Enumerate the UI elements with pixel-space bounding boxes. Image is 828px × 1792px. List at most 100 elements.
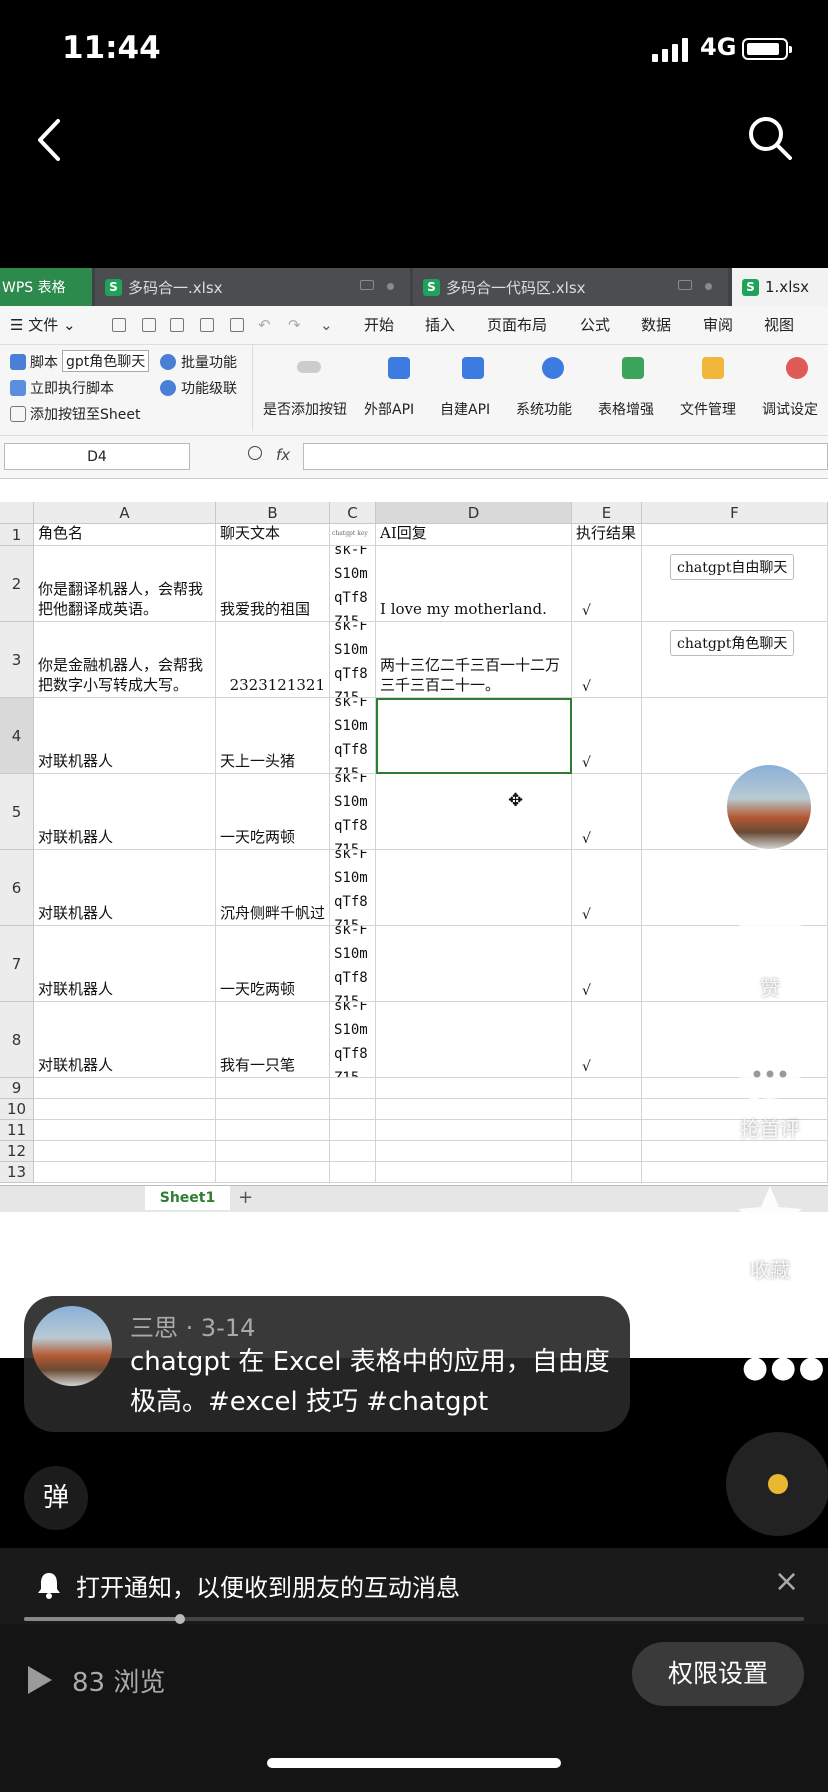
cell-empty[interactable]: [34, 1141, 216, 1162]
cell-empty[interactable]: [34, 1099, 216, 1120]
cell-empty[interactable]: [572, 1120, 642, 1141]
cell-b3[interactable]: 2323121321: [216, 622, 330, 698]
permission-settings-button[interactable]: 权限设置: [632, 1642, 804, 1706]
row-header[interactable]: 2: [0, 546, 34, 622]
open-icon[interactable]: [112, 318, 126, 332]
column-header[interactable]: A: [34, 502, 216, 524]
menu-view[interactable]: 视图: [764, 306, 794, 344]
cell-e8[interactable]: √: [572, 1002, 642, 1078]
tool-debug[interactable]: 调试设定: [762, 399, 818, 419]
tab-file-1[interactable]: S 多码合一.xlsx: [95, 268, 410, 306]
cell-b7[interactable]: 一天吃两顿: [216, 926, 330, 1002]
cell-empty[interactable]: [330, 1099, 376, 1120]
cell-c2[interactable]: sk-FS10mqTf8Z15: [330, 546, 376, 622]
menu-page-layout[interactable]: 页面布局: [487, 306, 547, 344]
cell-c3[interactable]: sk-FS10mqTf8Z15: [330, 622, 376, 698]
cell-empty[interactable]: [376, 1162, 572, 1183]
notification-banner[interactable]: 打开通知，以便收到朋友的互动消息 ×: [0, 1548, 828, 1624]
print-icon[interactable]: [200, 318, 214, 332]
cell-empty[interactable]: [34, 1078, 216, 1099]
comment-button[interactable]: 抢首评: [730, 1046, 810, 1142]
video-progress-bar[interactable]: [24, 1614, 804, 1624]
cell-a6[interactable]: 对联机器人: [34, 850, 216, 926]
cell-b8[interactable]: 我有一只笔: [216, 1002, 330, 1078]
tab-file-3[interactable]: S 1.xlsx: [732, 268, 828, 306]
sheet-script-button[interactable]: chatgpt角色聊天: [670, 630, 795, 656]
menu-insert[interactable]: 插入: [425, 306, 455, 344]
menu-home[interactable]: 开始: [364, 306, 394, 344]
cell-empty[interactable]: [330, 1078, 376, 1099]
add-button-to-sheet[interactable]: 添加按钮至Sheet: [30, 404, 140, 424]
cell-e6[interactable]: √: [572, 850, 642, 926]
cell-f1[interactable]: [642, 524, 828, 546]
caption-avatar[interactable]: [32, 1306, 112, 1386]
row-header[interactable]: 10: [0, 1099, 34, 1120]
search-icon[interactable]: [745, 113, 795, 163]
cell-empty[interactable]: [572, 1162, 642, 1183]
cell-c1[interactable]: chatgpt key: [330, 524, 376, 546]
cell-c4[interactable]: sk-FS10mqTf8Z15: [330, 698, 376, 774]
caption-box[interactable]: 三思 · 3-14 chatgpt 在 Excel 表格中的应用，自由度极高。#…: [24, 1296, 630, 1432]
run-script-button[interactable]: 立即执行脚本: [30, 378, 114, 398]
tool-file-manage[interactable]: 文件管理: [680, 399, 736, 419]
cell-d7[interactable]: [376, 926, 572, 1002]
column-header[interactable]: C: [330, 502, 376, 524]
tab-wps-home[interactable]: WPS 表格: [0, 268, 92, 306]
cascade-button[interactable]: 功能级联: [181, 378, 237, 398]
cell-e7[interactable]: √: [572, 926, 642, 1002]
cell-d5[interactable]: [376, 774, 572, 850]
cell-empty[interactable]: [330, 1162, 376, 1183]
cell-empty[interactable]: [572, 1099, 642, 1120]
cell-c5[interactable]: sk-FS10mqTf8Z15: [330, 774, 376, 850]
row-header[interactable]: 3: [0, 622, 34, 698]
cell-a8[interactable]: 对联机器人: [34, 1002, 216, 1078]
cell-d4[interactable]: [376, 698, 572, 774]
export-icon[interactable]: [170, 318, 184, 332]
cell-d3[interactable]: 两十三亿二千三百一十二万三千三百二十一。: [376, 622, 572, 698]
spreadsheet-video[interactable]: WPS 表格 S 多码合一.xlsx S 多码合一代码区.xlsx S 1.xlsx …: [0, 268, 828, 1358]
cell-empty[interactable]: [376, 1141, 572, 1162]
formula-input[interactable]: [303, 443, 828, 470]
select-all-corner[interactable]: [0, 502, 34, 524]
cell-e2[interactable]: √: [572, 546, 642, 622]
row-header[interactable]: 9: [0, 1078, 34, 1099]
name-box[interactable]: D4: [4, 443, 190, 470]
cell-b4[interactable]: 天上一头猪: [216, 698, 330, 774]
add-sheet-button[interactable]: +: [238, 1186, 253, 1210]
menu-file[interactable]: ☰ 文件 ⌄: [10, 306, 76, 344]
danmu-button[interactable]: 弹: [24, 1466, 88, 1530]
dropdown-icon[interactable]: ⌄: [320, 306, 333, 344]
author-avatar[interactable]: [725, 763, 813, 851]
cell-empty[interactable]: [376, 1078, 572, 1099]
cell-e3[interactable]: √: [572, 622, 642, 698]
save-icon[interactable]: [142, 318, 156, 332]
cell-empty[interactable]: [330, 1141, 376, 1162]
cell-empty[interactable]: [376, 1120, 572, 1141]
music-disc-icon[interactable]: [726, 1432, 828, 1536]
fx-icon[interactable]: fx: [276, 446, 290, 464]
cell-empty[interactable]: [216, 1099, 330, 1120]
cell-e4[interactable]: √: [572, 698, 642, 774]
cell-d6[interactable]: [376, 850, 572, 926]
cell-b2[interactable]: 我爱我的祖国: [216, 546, 330, 622]
cell-d8[interactable]: [376, 1002, 572, 1078]
cell-a3[interactable]: 你是金融机器人，会帮我把数字小写转成大写。: [34, 622, 216, 698]
cell-empty[interactable]: [572, 1141, 642, 1162]
redo-icon[interactable]: ↷: [288, 306, 301, 344]
menu-formula[interactable]: 公式: [580, 306, 610, 344]
cell-empty[interactable]: [34, 1162, 216, 1183]
row-header[interactable]: 4: [0, 698, 34, 774]
row-header[interactable]: 6: [0, 850, 34, 926]
cell-c7[interactable]: sk-FS10mqTf8Z15: [330, 926, 376, 1002]
cell-empty[interactable]: [330, 1120, 376, 1141]
zoom-icon[interactable]: [248, 446, 262, 460]
cell-a5[interactable]: 对联机器人: [34, 774, 216, 850]
script-select[interactable]: gpt角色聊天: [62, 350, 150, 372]
toggle-icon[interactable]: [297, 361, 321, 373]
cell-empty[interactable]: [216, 1120, 330, 1141]
favorite-button[interactable]: 收藏: [730, 1183, 810, 1283]
menu-data[interactable]: 数据: [641, 306, 671, 344]
chevron-left-icon[interactable]: [30, 115, 70, 165]
row-header[interactable]: 12: [0, 1141, 34, 1162]
cell-empty[interactable]: [216, 1078, 330, 1099]
